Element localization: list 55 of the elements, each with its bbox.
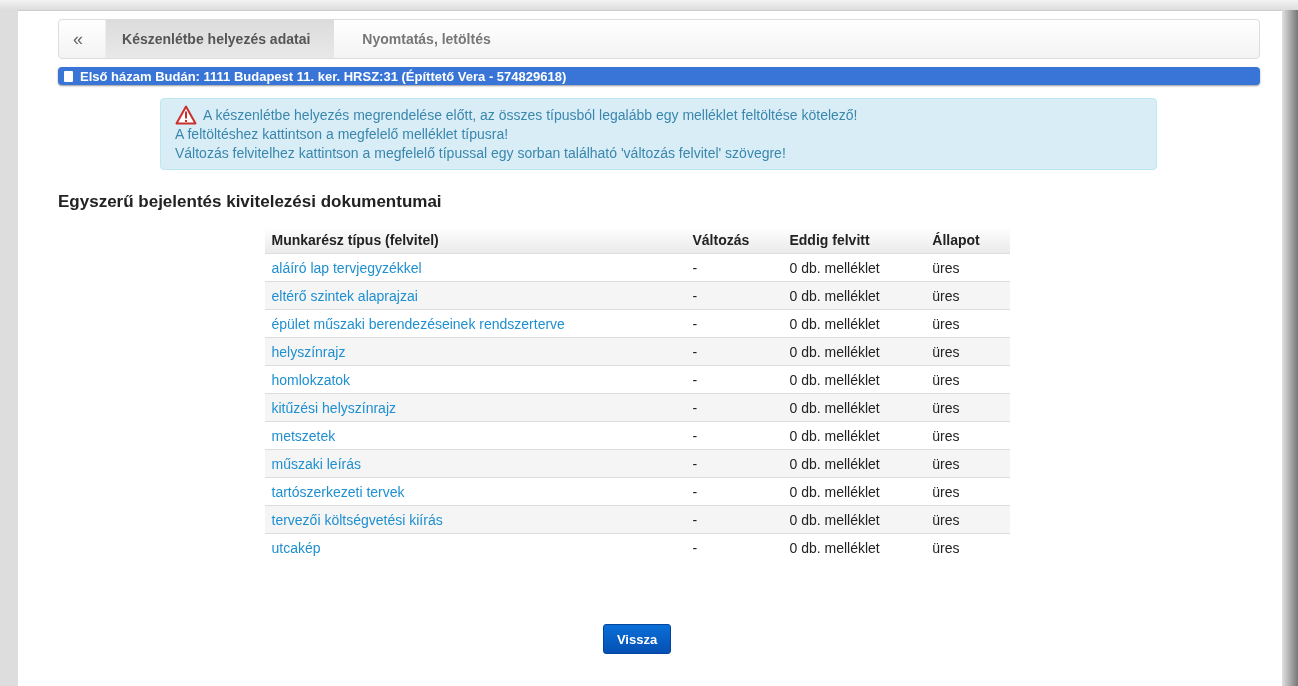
project-title: Első házam Budán: 1111 Budapest 11. ker. HRSZ:31 (Építtető Vera - 574829618) bbox=[80, 68, 567, 84]
book-icon bbox=[64, 70, 73, 82]
document-type-link[interactable]: utcakép bbox=[271, 539, 321, 556]
back-button[interactable]: Vissza bbox=[602, 624, 672, 654]
document-type-link[interactable]: kitűzési helyszínrajz bbox=[271, 399, 396, 416]
nav-tab[interactable]: Készenlétbe helyezés adatai bbox=[106, 20, 335, 58]
table-cell: 0 db. melléklet bbox=[789, 315, 880, 332]
document-type-link[interactable]: tervezői költségvetési kiírás bbox=[271, 511, 443, 528]
table-cell: - bbox=[692, 455, 698, 472]
table-cell: üres bbox=[932, 511, 960, 528]
table-cell: 0 db. melléklet bbox=[789, 371, 880, 388]
table-cell: - bbox=[692, 483, 698, 500]
table-cell: üres bbox=[932, 427, 960, 444]
document-type-link[interactable]: helyszínrajz bbox=[271, 343, 346, 360]
table-cell: - bbox=[692, 539, 698, 556]
section-heading: Egyszerű bejelentés kivitelezési dokumentumai bbox=[58, 192, 443, 212]
table-cell: üres bbox=[932, 399, 960, 416]
table-cell: 0 db. melléklet bbox=[789, 511, 880, 528]
table-cell: 0 db. melléklet bbox=[789, 539, 880, 556]
table-cell: - bbox=[692, 343, 698, 360]
table-cell: - bbox=[692, 427, 698, 444]
table-cell: 0 db. melléklet bbox=[789, 427, 880, 444]
document-type-link[interactable]: aláíró lap tervjegyzékkel bbox=[271, 259, 422, 276]
table-cell: - bbox=[692, 511, 698, 528]
table-cell: - bbox=[692, 259, 698, 276]
document-type-link[interactable]: metszetek bbox=[271, 427, 336, 444]
table-cell: 0 db. melléklet bbox=[789, 483, 880, 500]
alert-text: A készenlétbe helyezés megrendelése előtt, az összes típusból legalább egy melléklet feltöltése kötelező! bbox=[203, 105, 858, 125]
table-cell: üres bbox=[932, 455, 960, 472]
table-cell: üres bbox=[932, 287, 960, 304]
table-cell: - bbox=[692, 287, 698, 304]
alert-text: A feltöltéshez kattintson a megfelelő melléklet típusra! bbox=[175, 125, 509, 144]
table-cell: 0 db. melléklet bbox=[789, 259, 880, 276]
table-cell: üres bbox=[932, 259, 960, 276]
warning-icon bbox=[175, 105, 197, 125]
document-type-link[interactable]: tartószerkezeti tervek bbox=[271, 483, 405, 500]
table-cell: 0 db. melléklet bbox=[789, 455, 880, 472]
project-bar[interactable]: Első házam Budán: 1111 Budapest 11. ker. HRSZ:31 (Építtető Vera - 574829618) bbox=[58, 67, 1260, 85]
table-cell: 0 db. melléklet bbox=[789, 399, 880, 416]
document-type-link[interactable]: eltérő szintek alaprajzai bbox=[271, 287, 418, 304]
table-cell: üres bbox=[932, 371, 960, 388]
table-cell: üres bbox=[932, 343, 960, 360]
table-cell: - bbox=[692, 371, 698, 388]
nav-tab[interactable]: Nyomtatás, letöltés bbox=[334, 20, 519, 58]
document-type-link[interactable]: épület műszaki berendezéseinek rendszerterve bbox=[271, 315, 565, 332]
table-cell: - bbox=[692, 399, 698, 416]
table-cell: - bbox=[692, 315, 698, 332]
table-cell: üres bbox=[932, 315, 960, 332]
document-type-link[interactable]: műszaki leírás bbox=[271, 455, 361, 472]
table-cell: 0 db. melléklet bbox=[789, 287, 880, 304]
document-type-link[interactable]: homlokzatok bbox=[271, 371, 351, 388]
table-cell: 0 db. melléklet bbox=[789, 343, 880, 360]
table-cell: üres bbox=[932, 483, 960, 500]
alert-text: Változás felvitelhez kattintson a megfelelő típussal egy sorban található 'változás felvitel' szövegre! bbox=[175, 144, 786, 163]
table-cell: üres bbox=[932, 539, 960, 556]
